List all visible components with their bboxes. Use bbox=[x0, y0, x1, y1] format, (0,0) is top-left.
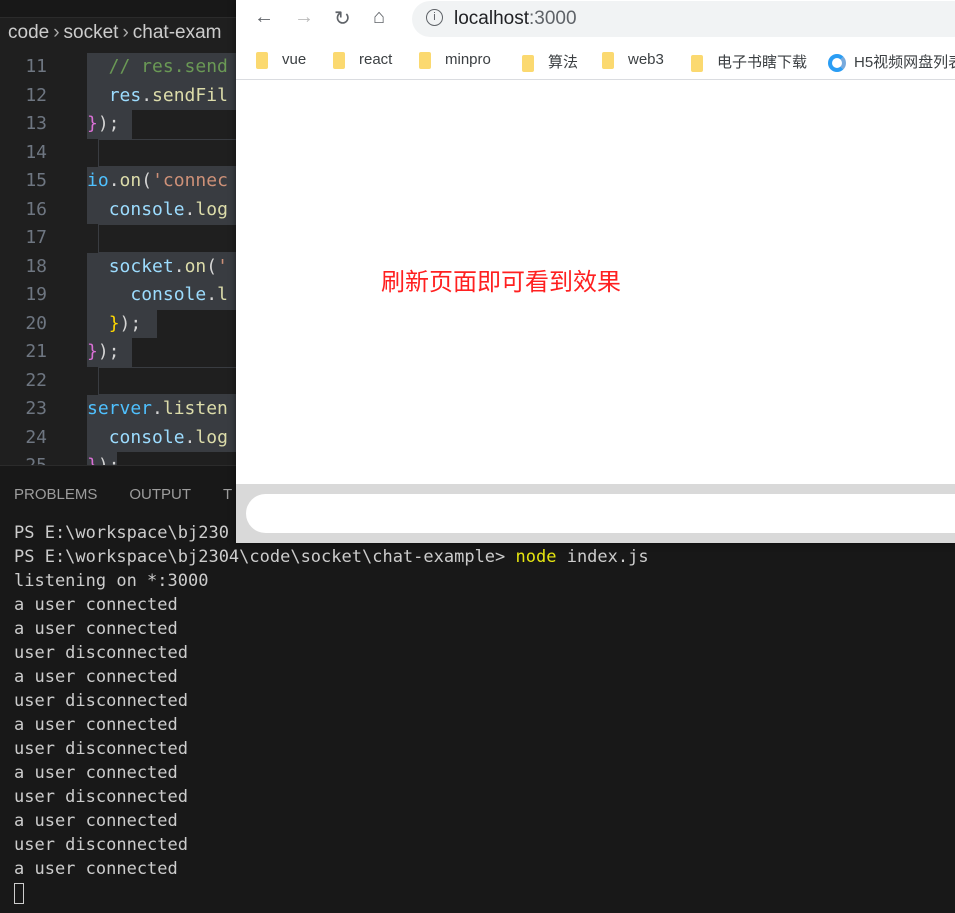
folder-icon bbox=[602, 51, 614, 69]
line-number: 16 bbox=[25, 198, 47, 220]
terminal-command-line: PS E:\workspace\bj2304\code\socket\chat-… bbox=[14, 545, 649, 569]
terminal-output[interactable]: PS E:\workspace\bj230 PS E:\workspace\bj2… bbox=[14, 521, 649, 905]
bookmark-h5-video[interactable]: H5视频网盘列表 bbox=[828, 51, 955, 73]
code-line bbox=[98, 224, 248, 253]
chevron-right-icon: › bbox=[53, 22, 60, 43]
bookmark-web3[interactable]: web3 bbox=[602, 51, 664, 69]
line-number: 25 bbox=[0, 456, 47, 466]
tab-problems[interactable]: PROBLEMS bbox=[14, 486, 97, 503]
reload-icon[interactable]: ↻ bbox=[334, 6, 351, 31]
site-icon bbox=[828, 54, 846, 73]
line-number: 19 bbox=[25, 284, 47, 305]
code-line bbox=[98, 366, 248, 395]
line-number: 13 bbox=[25, 113, 47, 134]
chevron-right-icon: › bbox=[122, 22, 129, 43]
info-icon[interactable]: i bbox=[426, 9, 443, 26]
bookmark-algorithm[interactable]: 算法 bbox=[522, 51, 578, 72]
forward-icon[interactable]: → bbox=[294, 6, 314, 29]
terminal-line: user disconnected bbox=[14, 691, 188, 711]
code-line: }); bbox=[87, 309, 157, 338]
folder-icon bbox=[522, 54, 534, 72]
line-number: 11 bbox=[25, 56, 47, 77]
folder-icon bbox=[691, 54, 703, 72]
code-line: console.l bbox=[87, 281, 247, 310]
bookmarks-bar: vue react minpro 算法 web3 电子书瞎下载 H5视频网盘列表 bbox=[236, 42, 955, 80]
message-input[interactable] bbox=[246, 494, 955, 533]
line-number: 24 bbox=[25, 426, 47, 448]
line-number: 21 bbox=[25, 341, 47, 362]
url-text: localhost:3000 bbox=[454, 8, 577, 29]
line-number: 18 bbox=[25, 255, 47, 277]
terminal-line: user disconnected bbox=[14, 739, 188, 759]
terminal-cursor bbox=[14, 882, 24, 904]
line-number: 20 bbox=[25, 312, 47, 334]
breadcrumb-item[interactable]: socket bbox=[64, 22, 119, 43]
code-line: console.log bbox=[87, 195, 247, 224]
breadcrumb-item[interactable]: chat-exam bbox=[133, 22, 222, 43]
terminal-line: user disconnected bbox=[14, 835, 188, 855]
breadcrumb-item[interactable]: code bbox=[8, 22, 49, 43]
code-line: }); bbox=[87, 452, 120, 465]
code-line: io.on('connec bbox=[87, 167, 247, 196]
line-number: 22 bbox=[25, 369, 47, 391]
code-line bbox=[98, 138, 248, 167]
command: node bbox=[515, 547, 557, 567]
bookmark-ebooks[interactable]: 电子书瞎下载 bbox=[691, 51, 807, 72]
home-icon[interactable]: ⌂ bbox=[373, 6, 385, 29]
terminal-line: a user connected bbox=[14, 859, 178, 879]
address-bar[interactable]: i localhost:3000 bbox=[412, 1, 955, 37]
code-line: socket.on(' bbox=[87, 252, 247, 281]
browser-toolbar: ← → ↻ ⌂ i localhost:3000 bbox=[236, 0, 955, 40]
tab-terminal[interactable]: T bbox=[223, 486, 232, 503]
chat-form bbox=[236, 484, 955, 543]
line-number: 23 bbox=[25, 398, 47, 419]
back-icon[interactable]: ← bbox=[254, 6, 274, 29]
terminal-line: a user connected bbox=[14, 715, 178, 735]
tab-output[interactable]: OUTPUT bbox=[129, 486, 191, 503]
terminal-line: a user connected bbox=[14, 763, 178, 783]
terminal-line: user disconnected bbox=[14, 643, 188, 663]
code-line: res.sendFil bbox=[87, 81, 247, 110]
code-line: // res.send bbox=[87, 53, 247, 82]
terminal-line: a user connected bbox=[14, 619, 178, 639]
prompt: PS E:\workspace\bj2304\code\socket\chat-… bbox=[14, 547, 516, 567]
terminal-line: a user connected bbox=[14, 667, 178, 687]
code-line: }); bbox=[87, 338, 132, 367]
line-number: 17 bbox=[25, 227, 47, 248]
bookmark-minpro[interactable]: minpro bbox=[419, 51, 491, 69]
code-line: }); bbox=[87, 110, 132, 139]
code-line: server.listen bbox=[87, 395, 247, 424]
code-line: console.log bbox=[87, 423, 247, 452]
command-args: index.js bbox=[556, 547, 649, 567]
panel-tabs: PROBLEMS OUTPUT T bbox=[14, 486, 264, 503]
bookmark-react[interactable]: react bbox=[333, 51, 392, 69]
line-number: 14 bbox=[25, 141, 47, 163]
terminal-line: user disconnected bbox=[14, 787, 188, 807]
bookmark-vue[interactable]: vue bbox=[256, 51, 306, 69]
line-number: 15 bbox=[25, 170, 47, 191]
browser-window: ← → ↻ ⌂ i localhost:3000 vue react minpr… bbox=[236, 0, 955, 543]
line-number: 12 bbox=[25, 84, 47, 106]
folder-icon bbox=[256, 51, 268, 69]
terminal-line: listening on *:3000 bbox=[14, 571, 209, 591]
breadcrumb: code › socket › chat-exam bbox=[8, 22, 221, 44]
folder-icon bbox=[333, 51, 345, 69]
page-message: 刷新页面即可看到效果 bbox=[381, 268, 621, 296]
terminal-line: a user connected bbox=[14, 595, 178, 615]
terminal-line: a user connected bbox=[14, 811, 178, 831]
folder-icon bbox=[419, 51, 431, 69]
